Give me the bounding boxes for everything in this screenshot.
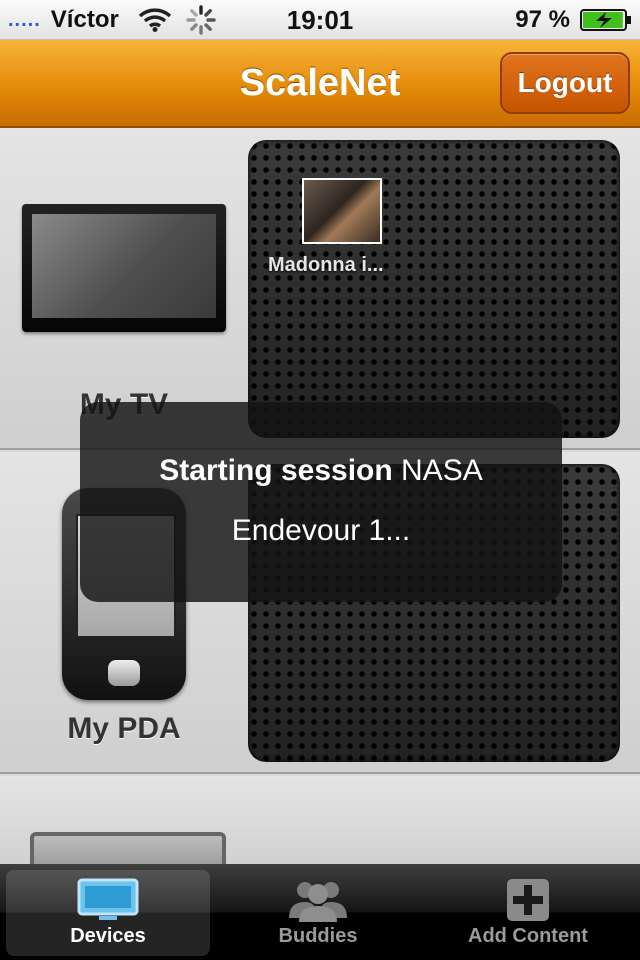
tab-add-content[interactable]: Add Content [426,870,630,956]
logout-button[interactable]: Logout [500,52,630,114]
device-label: My PDA [67,712,181,745]
video-thumbnail[interactable] [302,178,382,244]
tab-label: Devices [70,925,146,947]
tab-bar: Devices Buddies Add Content [0,864,640,960]
navigation-bar: ScaleNet Logout [0,40,640,128]
add-icon [507,879,549,921]
tv-icon [77,878,139,920]
hud-message: Starting session NASA [80,454,562,488]
battery-percent: 97 % [515,6,570,33]
hud-session-name: Endevour 1... [231,514,411,547]
status-bar: ..... Víctor 19:01 97 % [0,0,640,40]
battery-charging-icon [580,9,631,31]
tab-buddies[interactable]: Buddies [216,870,420,956]
tv-icon [22,204,226,332]
tab-devices[interactable]: Devices [6,870,210,956]
hud-message-bold: Starting session [159,454,393,487]
tab-label: Add Content [468,925,588,947]
loading-hud: Starting session NASA Endevour 1... [80,402,562,602]
hud-message-rest: NASA [392,454,483,487]
content-item-label[interactable]: Madonna i... [268,254,384,277]
tab-label: Buddies [278,925,358,947]
device-content-panel[interactable]: Madonna i... [248,140,620,438]
buddies-icon [289,882,347,922]
device-row-3[interactable] [0,776,640,880]
